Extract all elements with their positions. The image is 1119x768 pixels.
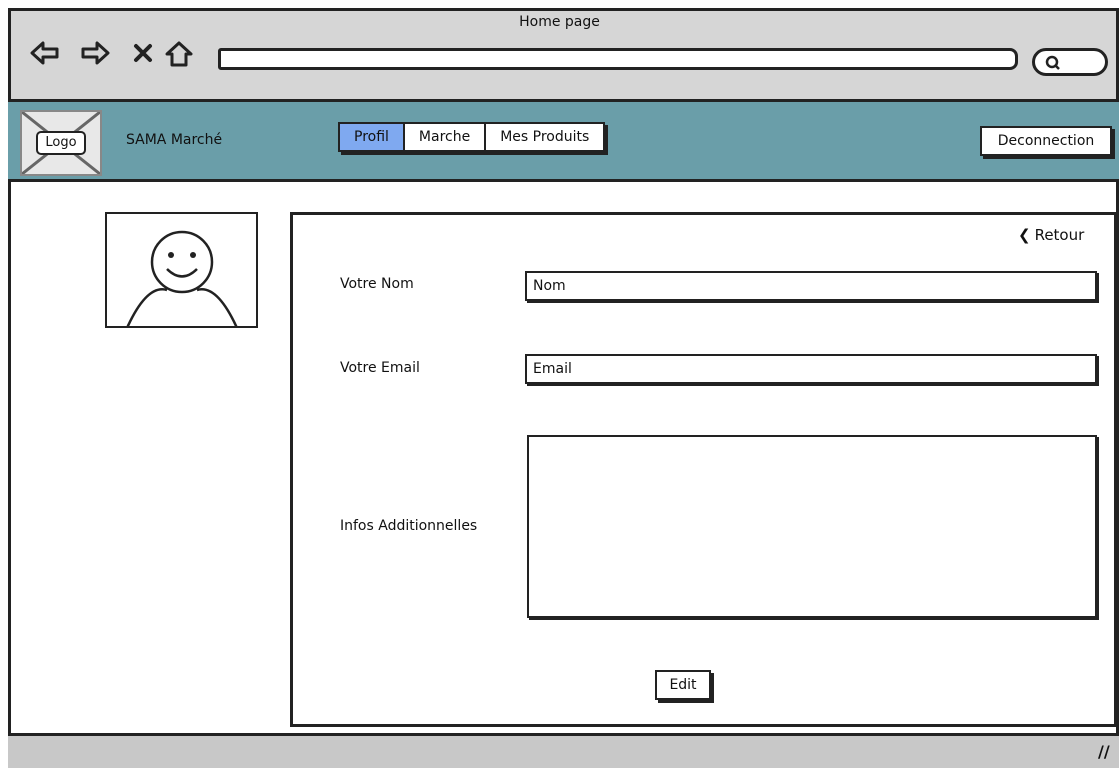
back-label: Retour (1034, 226, 1085, 244)
email-label: Votre Email (340, 360, 420, 376)
tab-mes-produits[interactable]: Mes Produits (486, 124, 604, 150)
search-button[interactable] (1032, 48, 1108, 76)
window-title: Home page (519, 14, 600, 30)
avatar-placeholder-icon (105, 212, 258, 328)
resize-grip-icon[interactable]: // (1098, 742, 1110, 761)
close-icon[interactable] (132, 40, 158, 66)
logout-button[interactable]: Deconnection (980, 126, 1112, 156)
status-bar (8, 733, 1119, 768)
logo-label: Logo (36, 131, 86, 155)
tab-profil[interactable]: Profil (340, 124, 405, 150)
forward-arrow-icon[interactable] (80, 40, 110, 66)
edit-button[interactable]: Edit (655, 670, 711, 700)
name-label: Votre Nom (340, 276, 414, 292)
chevron-left-icon: ❮ (1018, 226, 1031, 244)
main-tabs: Profil Marche Mes Produits (338, 122, 606, 152)
url-input[interactable] (218, 48, 1018, 70)
email-input[interactable]: Email (525, 354, 1097, 384)
tab-marche[interactable]: Marche (404, 124, 487, 150)
name-input[interactable]: Nom (525, 271, 1097, 301)
info-label: Infos Additionnelles (340, 518, 478, 534)
back-link[interactable]: ❮ Retour (1018, 226, 1084, 244)
back-arrow-icon[interactable] (30, 40, 59, 66)
brand-name: SAMA Marché (126, 132, 223, 148)
info-textarea[interactable] (527, 435, 1097, 618)
home-icon[interactable] (164, 40, 193, 67)
